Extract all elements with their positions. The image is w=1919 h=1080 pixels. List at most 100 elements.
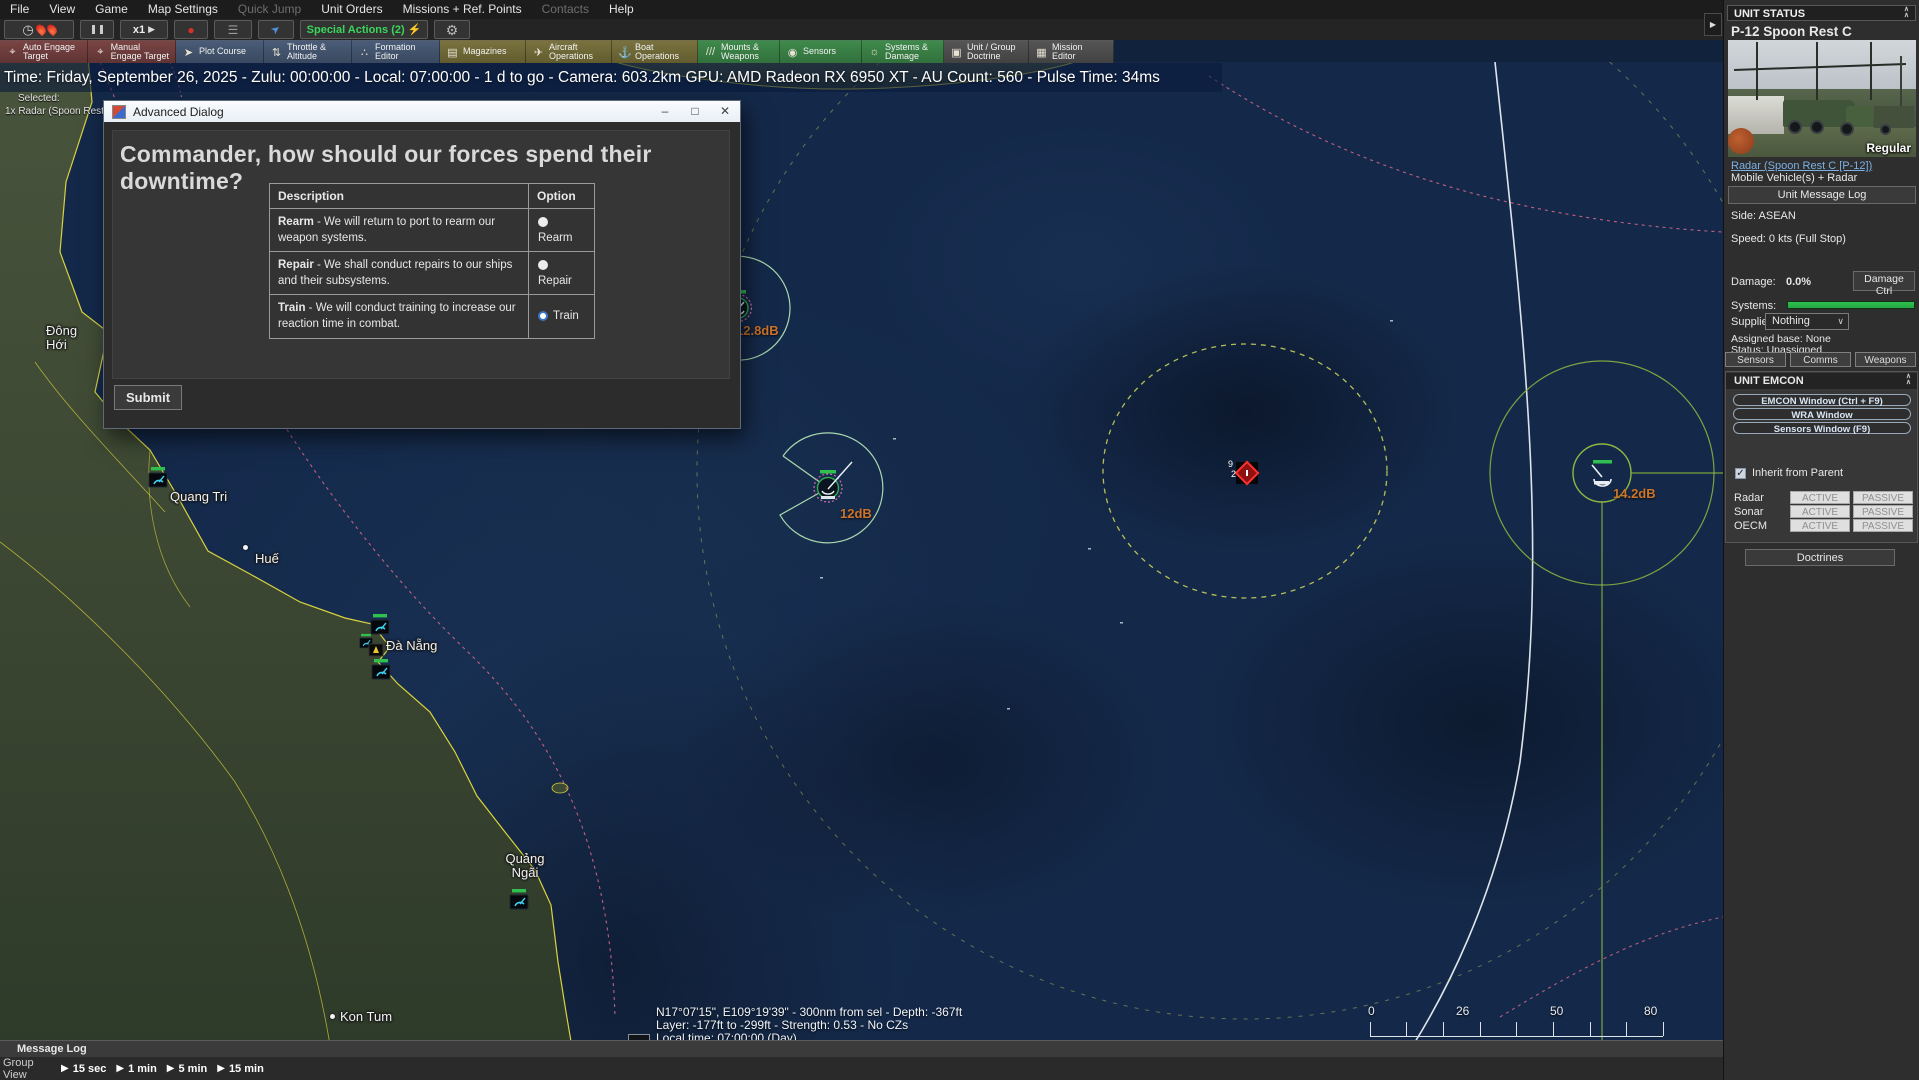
radar-active-button[interactable]: ACTIVE bbox=[1790, 491, 1850, 504]
formation-editor-button[interactable]: ∴FormationEditor bbox=[352, 40, 440, 63]
sensors-button[interactable]: ◉Sensors bbox=[780, 40, 862, 63]
mission-icon: ▦ bbox=[1035, 46, 1048, 59]
group-view-label[interactable]: Group View bbox=[0, 1057, 51, 1080]
column-header-option: Option bbox=[529, 184, 595, 209]
inherit-from-parent-checkbox[interactable]: ✓ bbox=[1735, 468, 1746, 479]
special-actions-button[interactable]: Special Actions (2) ⚡ bbox=[300, 20, 428, 39]
radar-passive-button[interactable]: PASSIVE bbox=[1853, 491, 1913, 504]
time-multiplier-button[interactable]: x1 ▶ bbox=[120, 20, 168, 39]
oecm-active-button[interactable]: ACTIVE bbox=[1790, 519, 1850, 532]
unit-icon-installation[interactable] bbox=[369, 644, 383, 656]
city-label-quang-tri: Quang Tri bbox=[170, 490, 227, 504]
damage-label: Damage: bbox=[1731, 276, 1776, 288]
menu-item-missions-ref-points[interactable]: Missions + Ref. Points bbox=[393, 0, 532, 19]
emcon-window-button[interactable]: EMCON Window (Ctrl + F9) bbox=[1733, 394, 1911, 406]
menu-item-map-settings[interactable]: Map Settings bbox=[138, 0, 228, 19]
radio-repair[interactable] bbox=[538, 260, 548, 270]
scenario-time-button[interactable]: ◷ bbox=[4, 20, 74, 39]
unit-icon-radar-c[interactable] bbox=[1592, 460, 1612, 486]
systems-label: Systems: bbox=[1731, 300, 1776, 312]
transport-bar: ◷ x1 ▶ ● ☰ ➤ Special Actions (2) ⚡ ⚙ bbox=[0, 19, 1919, 40]
minor-contacts bbox=[820, 320, 1393, 710]
unit-icon-radar-b[interactable] bbox=[814, 462, 852, 502]
supplies-dropdown[interactable]: Nothing ∨ bbox=[1765, 313, 1849, 330]
mission-editor-button[interactable]: ▦MissionEditor bbox=[1029, 40, 1114, 63]
minimize-button[interactable]: – bbox=[650, 101, 680, 122]
play-icon: ▶ bbox=[167, 1063, 175, 1074]
record-button[interactable]: ● bbox=[174, 20, 208, 39]
maximize-button[interactable]: □ bbox=[680, 101, 710, 122]
table-row: Train - We will conduct training to incr… bbox=[270, 295, 595, 338]
play-icon: ▶ bbox=[116, 1063, 124, 1074]
damage-ctrl-button[interactable]: Damage Ctrl bbox=[1853, 271, 1915, 291]
menu-item-game[interactable]: Game bbox=[85, 0, 138, 19]
magazines-button[interactable]: ▤Magazines bbox=[440, 40, 526, 63]
pointer-button[interactable]: ➤ bbox=[258, 20, 294, 39]
auto-engage-target-button[interactable]: ⌖Auto EngageTarget bbox=[0, 40, 88, 63]
wra-window-button[interactable]: WRA Window bbox=[1733, 408, 1911, 420]
tab-sensors[interactable]: Sensors bbox=[1725, 352, 1786, 367]
unit-icon-facility-quang-tri[interactable] bbox=[149, 467, 167, 487]
sonar-passive-button[interactable]: PASSIVE bbox=[1853, 505, 1913, 518]
damage-value: 0.0% bbox=[1786, 276, 1811, 288]
unit-group-doctrine-button[interactable]: ▣Unit / GroupDoctrine bbox=[944, 40, 1029, 63]
doctrines-button[interactable]: Doctrines bbox=[1745, 549, 1895, 566]
time-step-button-15sec[interactable]: 15 sec bbox=[73, 1063, 107, 1075]
pause-button[interactable] bbox=[80, 20, 114, 39]
time-step-button-5min[interactable]: 5 min bbox=[179, 1063, 208, 1075]
tab-weapons[interactable]: Weapons bbox=[1855, 352, 1916, 367]
stack-icon: ☰ bbox=[228, 24, 239, 36]
manual-engage-target-button[interactable]: ⌖ManualEngage Target bbox=[88, 40, 176, 63]
throttle-icon: ⇅ bbox=[270, 46, 283, 59]
radio-rearm[interactable] bbox=[538, 217, 548, 227]
throttle-altitude-button[interactable]: ⇅Throttle &Altitude bbox=[264, 40, 352, 63]
aircraft-operations-button[interactable]: ✈AircraftOperations bbox=[526, 40, 612, 63]
unit-photo: Regular bbox=[1728, 40, 1916, 157]
plot-course-button[interactable]: ➤Plot Course bbox=[176, 40, 264, 63]
unit-emcon-header[interactable]: UNIT EMCON ∧∧ bbox=[1726, 373, 1917, 389]
anchor-icon: ⚓ bbox=[618, 46, 631, 59]
close-button[interactable]: ✕ bbox=[710, 101, 740, 122]
settings-gear-button[interactable]: ⚙ bbox=[434, 20, 470, 39]
systems-damage-button[interactable]: ☼Systems &Damage bbox=[862, 40, 944, 63]
tab-comms[interactable]: Comms bbox=[1790, 352, 1851, 367]
pause-icon bbox=[92, 25, 95, 34]
gear-icon: ⚙ bbox=[446, 23, 459, 37]
dialog-title-bar[interactable]: Advanced Dialog – □ ✕ bbox=[104, 101, 740, 122]
flame-icon bbox=[45, 23, 58, 36]
unit-status-header[interactable]: UNIT STATUS ∧∧ bbox=[1727, 5, 1916, 21]
boat-operations-button[interactable]: ⚓BoatOperations bbox=[612, 40, 698, 63]
mounts-weapons-button[interactable]: ///Mounts &Weapons bbox=[698, 40, 780, 63]
sensors-window-button[interactable]: Sensors Window (F9) bbox=[1733, 422, 1911, 434]
message-log-bar[interactable]: Message Log bbox=[0, 1040, 1723, 1057]
contact-icon-hostile[interactable] bbox=[1236, 462, 1258, 484]
time-step-button-1min[interactable]: 1 min bbox=[128, 1063, 157, 1075]
pointer-icon: ➤ bbox=[268, 22, 283, 38]
proficiency-badge: Regular bbox=[1866, 141, 1911, 155]
unit-icon-facility-da-nang-1[interactable] bbox=[371, 614, 389, 634]
sensor-range-label-2: 12dB bbox=[840, 506, 872, 521]
menu-item-file[interactable]: File bbox=[0, 0, 39, 19]
sensor-range-label-1: 12.8dB bbox=[736, 323, 779, 338]
flame-icon bbox=[34, 23, 47, 36]
menu-item-contacts: Contacts bbox=[532, 0, 599, 19]
dialog-content-panel: Commander, how should our forces spend t… bbox=[112, 130, 730, 379]
radio-train[interactable] bbox=[538, 311, 548, 321]
sidebar-collapse-button[interactable]: ▶ bbox=[1704, 13, 1722, 36]
unit-icon-facility-da-nang-2[interactable] bbox=[372, 659, 390, 679]
unit-class-link[interactable]: Radar (Spoon Rest C [P-12]) bbox=[1731, 160, 1872, 172]
magazine-icon: ▤ bbox=[446, 46, 459, 59]
layers-button[interactable]: ☰ bbox=[214, 20, 252, 39]
unit-message-log-button[interactable]: Unit Message Log bbox=[1728, 186, 1916, 204]
unit-name: P-12 Spoon Rest C bbox=[1731, 24, 1852, 39]
menu-item-unit-orders[interactable]: Unit Orders bbox=[311, 0, 392, 19]
time-step-button-15min[interactable]: 15 min bbox=[229, 1063, 264, 1075]
menu-item-view[interactable]: View bbox=[39, 0, 85, 19]
oecm-passive-button[interactable]: PASSIVE bbox=[1853, 519, 1913, 532]
target-icon: ⌖ bbox=[6, 46, 19, 59]
submit-button[interactable]: Submit bbox=[114, 385, 182, 410]
sonar-active-button[interactable]: ACTIVE bbox=[1790, 505, 1850, 518]
unit-icon-facility-quang-ngai[interactable] bbox=[510, 889, 528, 909]
menu-item-help[interactable]: Help bbox=[599, 0, 644, 19]
unit-class-text: Mobile Vehicle(s) + Radar bbox=[1731, 172, 1857, 184]
